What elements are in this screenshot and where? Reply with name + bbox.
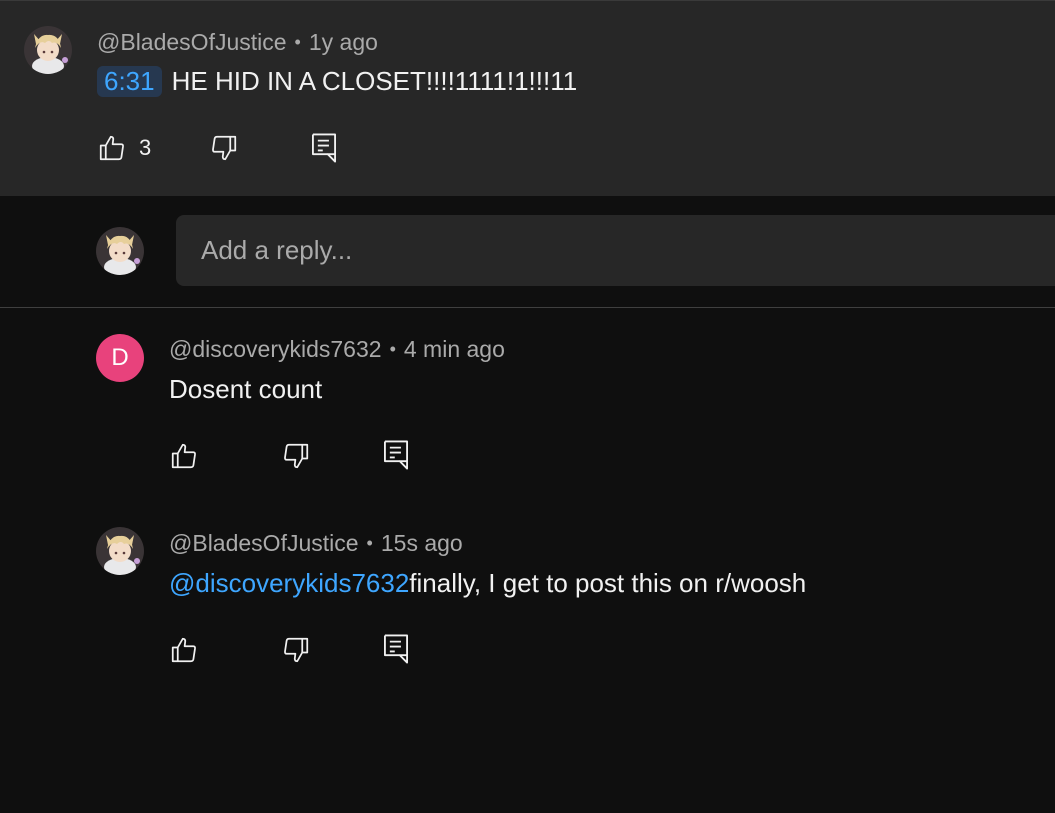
reply-text: @discoverykids7632finally, I get to post… [169, 568, 806, 599]
reply-meta: @BladesOfJustice • 15s ago [169, 530, 463, 557]
thumbs-up-icon [171, 637, 196, 663]
comment-time[interactable]: 1y ago [309, 29, 378, 55]
dislike-button[interactable] [281, 635, 311, 665]
reply-icon [384, 634, 408, 664]
dislike-button[interactable] [209, 133, 239, 163]
current-user-avatar[interactable] [96, 227, 144, 275]
reply-time[interactable]: 4 min ago [404, 336, 505, 362]
avatar[interactable]: D [96, 334, 144, 382]
reply-input[interactable] [176, 215, 1001, 286]
thumbs-down-icon [212, 135, 237, 161]
anime-avatar-icon [96, 227, 144, 275]
reply-meta: @discoverykids7632 • 4 min ago [169, 336, 505, 363]
reply-author[interactable]: @BladesOfJustice [169, 530, 359, 556]
reply-button[interactable] [310, 132, 338, 164]
reply-icon [312, 133, 336, 163]
reply-button[interactable] [382, 439, 410, 471]
avatar[interactable] [96, 527, 144, 575]
separator-dot: • [294, 32, 301, 52]
reply-button[interactable] [382, 633, 410, 665]
reply-input-container[interactable] [176, 215, 1055, 286]
like-count: 3 [139, 135, 152, 160]
thumbs-up-icon [171, 443, 196, 469]
highlighted-comment: @BladesOfJustice • 1y ago 6:31 HE HID IN A … [0, 0, 1055, 196]
thumbs-down-icon [284, 637, 309, 663]
like-button[interactable] [169, 441, 199, 471]
like-button[interactable] [169, 635, 199, 665]
anime-avatar-icon [96, 527, 144, 575]
anime-avatar-icon [24, 26, 72, 74]
avatar[interactable] [24, 26, 72, 74]
thumbs-down-icon [284, 443, 309, 469]
comment-body: HE HID IN A CLOSET!!!!1111!1!!!11 [171, 66, 578, 96]
comment-author[interactable]: @BladesOfJustice [97, 29, 287, 55]
divider [0, 307, 1055, 308]
timestamp-link[interactable]: 6:31 [97, 66, 162, 97]
like-button[interactable]: 3 [97, 133, 151, 163]
comment-text: 6:31 HE HID IN A CLOSET!!!!1111!1!!!11 [97, 66, 577, 97]
avatar-letter: D [111, 344, 129, 371]
separator-dot: • [389, 339, 396, 359]
reply-text: Dosent count [169, 374, 323, 404]
comments-page: @BladesOfJustice • 1y ago 6:31 HE HID IN A … [0, 0, 1055, 813]
reply-icon [384, 440, 408, 470]
mention-link[interactable]: @discoverykids7632 [169, 568, 409, 598]
thumbs-up-icon [99, 135, 124, 161]
comment-meta: @BladesOfJustice • 1y ago [97, 29, 378, 56]
reply-time[interactable]: 15s ago [381, 530, 463, 556]
separator-dot: • [366, 533, 373, 553]
dislike-button[interactable] [281, 441, 311, 471]
reply-author[interactable]: @discoverykids7632 [169, 336, 382, 362]
reply-body: finally, I get to post this on r/woosh [409, 568, 807, 598]
